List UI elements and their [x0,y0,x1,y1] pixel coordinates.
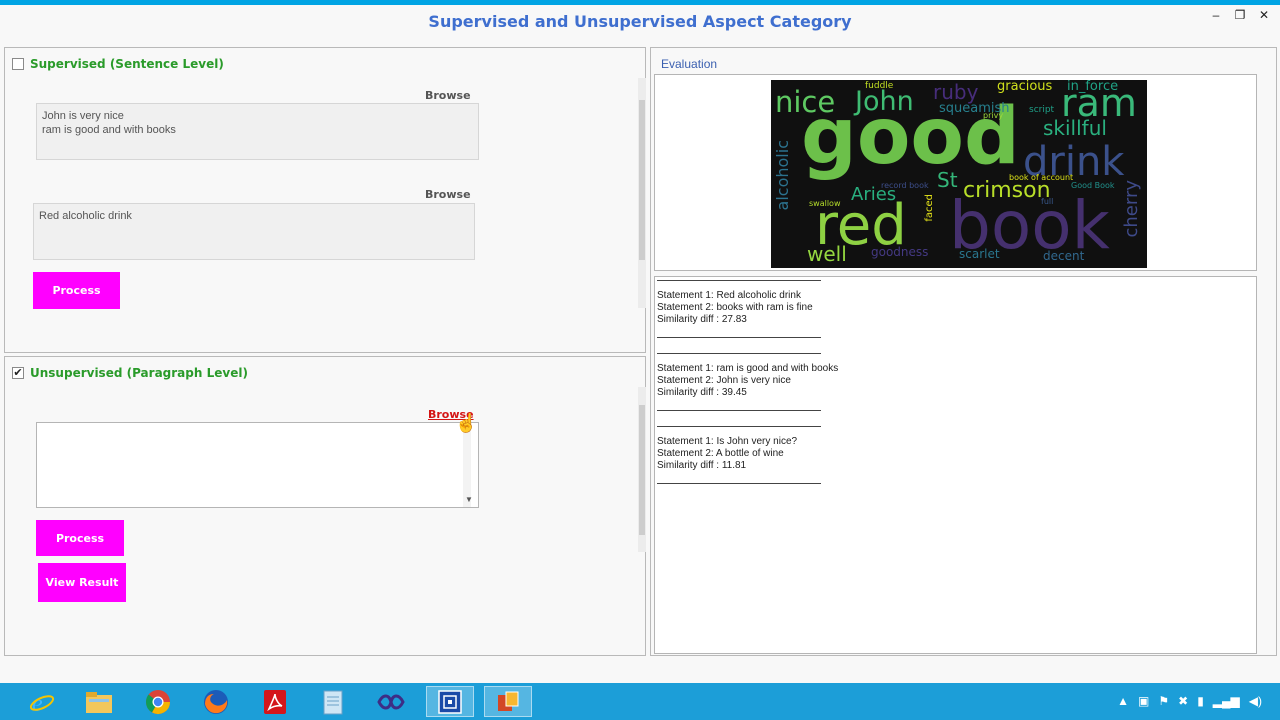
wordcloud-word: skillful [1043,116,1107,140]
wordcloud-word: alcoholic [773,140,792,211]
wordcloud-word: ruby [933,80,979,104]
results-output: Statement 1: Red alcoholic drink Stateme… [654,276,1257,654]
wordcloud-word: decent [1043,249,1085,263]
chrome-icon[interactable] [134,686,182,717]
result-similarity: Similarity diff : 27.83 [657,314,747,325]
powerpoint-icon[interactable] [484,686,532,717]
supervised-process-button[interactable]: Process [33,272,120,309]
result-statement-2: Statement 2: A bottle of wine [657,448,784,459]
result-similarity: Similarity diff : 39.45 [657,387,747,398]
taskbar: e ▲ ▣ ⚑ ✖ ▮ ▂▄▆ ◀) [0,683,1280,720]
result-statement-1: Statement 1: ram is good and with books [657,363,839,374]
result-block-1: Statement 1: Red alcoholic drink Stateme… [657,280,821,338]
folder-icon[interactable] [75,686,123,717]
wordcloud-word: well [807,242,847,266]
result-divider [657,353,821,354]
result-divider [657,337,821,338]
evaluation-label: Evaluation [661,57,718,71]
unsupervised-process-button[interactable]: Process [36,520,124,556]
wordcloud-word: scarlet [959,247,1000,261]
minimize-icon[interactable]: – [1210,8,1222,22]
wordcloud-word: fuddle [865,81,894,91]
supervised-checkbox[interactable] [12,58,24,70]
result-similarity: Similarity diff : 11.81 [657,460,747,471]
wordcloud-word: nice [775,85,836,119]
wordcloud-word: gracious [997,80,1053,94]
wordcloud-word: goodness [871,245,929,259]
wordcloud-word: faced [924,194,935,222]
acrobat-icon[interactable] [251,686,299,717]
wordcloud-word: cherry [1121,180,1142,238]
unsupervised-scrollbar[interactable] [638,387,646,552]
supervised-scrollbar[interactable] [638,78,646,308]
supervised-browse-button-2[interactable]: Browse [425,188,471,201]
notepad-icon[interactable] [309,686,357,717]
wordcloud-word: script [1029,105,1055,115]
result-statement-1: Statement 1: Is John very nice? [657,436,798,447]
result-divider [657,280,821,281]
tray-flag-icon[interactable]: ✖ [1178,694,1188,708]
supervised-scrollbar-thumb[interactable] [639,100,645,260]
result-statement-1: Statement 1: Red alcoholic drink [657,290,801,301]
result-block-3: Statement 1: Is John very nice? Statemen… [657,426,821,484]
unsupervised-panel: ✔ Unsupervised (Paragraph Level) Browse … [4,356,646,656]
unsupervised-checkbox[interactable]: ✔ [12,367,24,379]
app-icon[interactable] [426,686,474,717]
system-tray: ▲ ▣ ⚑ ✖ ▮ ▂▄▆ ◀) [1117,694,1262,708]
view-result-button[interactable]: View Result [38,563,126,602]
result-divider [657,426,821,427]
close-icon[interactable]: ✕ [1258,8,1270,22]
wordcloud-word: privy [983,111,1004,120]
evaluation-panel: Evaluation good book red nice John ram d… [650,47,1277,656]
result-block-2: Statement 1: ram is good and with books … [657,353,838,411]
wordcloud-frame: good book red nice John ram drink skillf… [654,74,1257,271]
wordcloud-word: crimson [963,178,1051,203]
result-divider [657,410,821,411]
wordcloud-image: good book red nice John ram drink skillf… [771,80,1147,268]
restore-icon[interactable]: ❐ [1234,8,1246,22]
supervised-textbox-2[interactable]: Red alcoholic drink [33,203,475,260]
supervised-title: Supervised (Sentence Level) [30,57,224,71]
unsupervised-textbox[interactable] [36,422,479,508]
hand-cursor-icon: ☝ [455,413,478,433]
window-title: Supervised and Unsupervised Aspect Categ… [428,12,852,31]
window-controls: – ❐ ✕ [1210,8,1270,22]
ie-icon[interactable]: e [18,686,66,717]
supervised-browse-button-1[interactable]: Browse [425,89,471,102]
unsupervised-header: ✔ Unsupervised (Paragraph Level) [12,366,248,380]
tray-signal-icon[interactable]: ▂▄▆ [1213,694,1240,708]
wordcloud-word: Good Book [1071,181,1115,190]
supervised-panel: Supervised (Sentence Level) Browse John … [4,47,646,353]
wordcloud-word: record book [881,181,929,190]
firefox-icon[interactable] [192,686,240,717]
wordcloud-word: full [1041,197,1054,206]
wordcloud-word: in_force [1067,80,1119,94]
wordcloud-word: St [937,168,958,192]
result-statement-2: Statement 2: books with ram is fine [657,302,813,313]
tray-volume-icon[interactable]: ◀) [1249,694,1262,708]
result-statement-2: Statement 2: John is very nice [657,375,791,386]
window-top-border [0,0,1280,5]
tray-expand-icon[interactable]: ▲ [1117,694,1129,708]
wordcloud-word: swallow [809,199,841,208]
result-divider [657,483,821,484]
visual-studio-icon[interactable] [367,686,415,717]
wordcloud-word: book of account [1009,173,1074,182]
scroll-down-arrow-icon[interactable]: ▼ [465,496,473,504]
tray-app-icon[interactable]: ▣ [1138,694,1149,708]
tray-battery-icon[interactable]: ▮ [1197,694,1204,708]
unsupervised-scrollbar-thumb[interactable] [639,405,645,535]
supervised-header: Supervised (Sentence Level) [12,57,224,71]
supervised-textbox-1[interactable]: John is very nice ram is good and with b… [36,103,479,160]
unsupervised-title: Unsupervised (Paragraph Level) [30,366,248,380]
tray-network-icon[interactable]: ⚑ [1158,694,1169,708]
wordcloud-word: John [855,86,914,117]
